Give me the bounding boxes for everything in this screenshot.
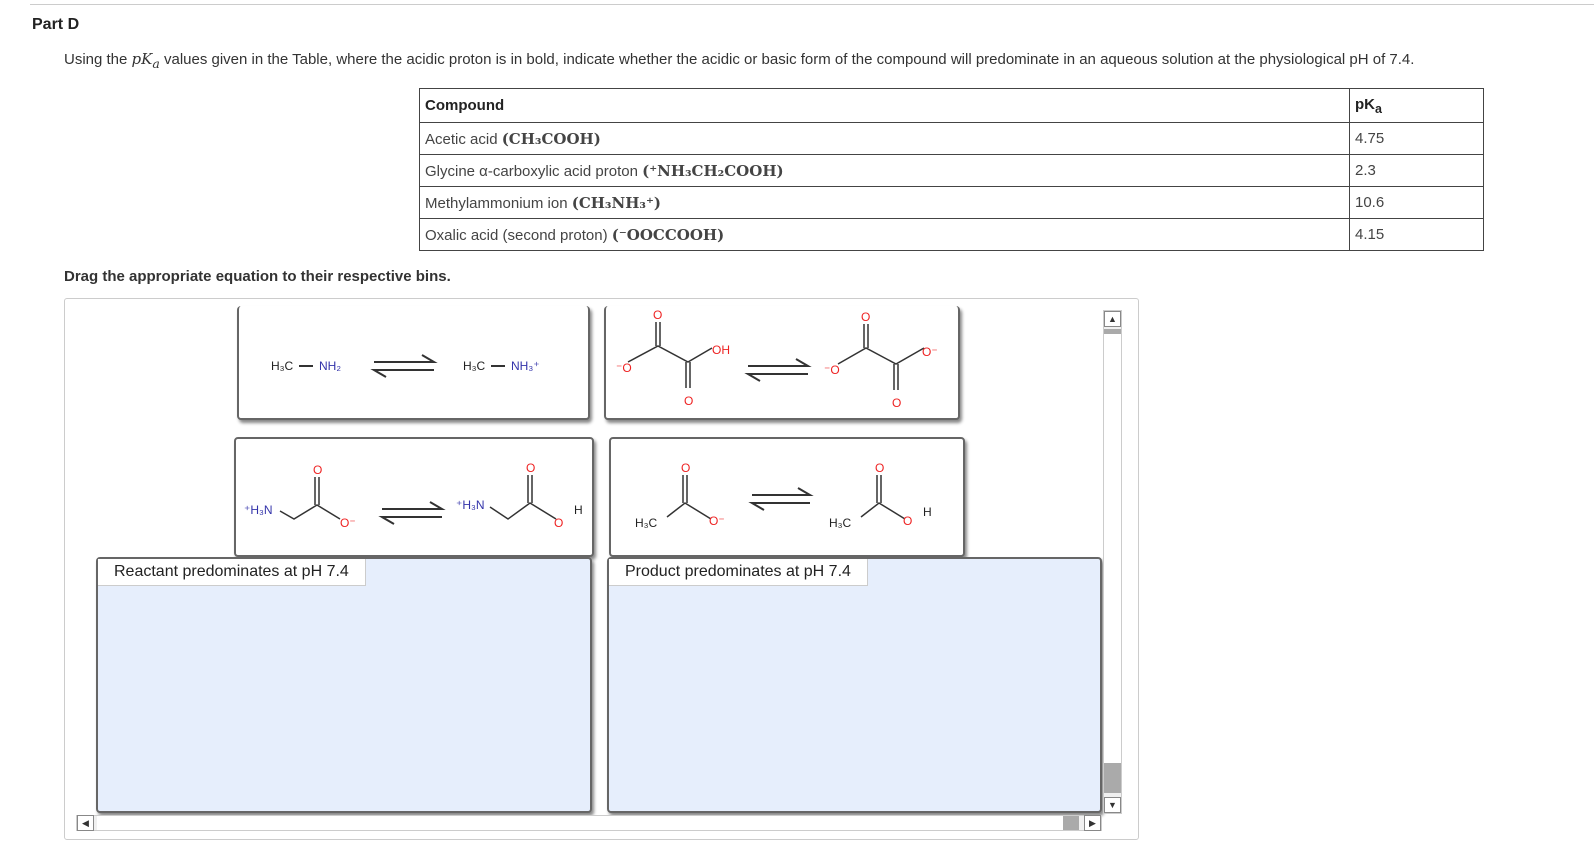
pka-value: 4.15 xyxy=(1349,218,1484,251)
scroll-down-button[interactable]: ▼ xyxy=(1104,797,1121,813)
formula: (CH₃NH₃⁺) xyxy=(571,193,661,212)
equilibrium-arrow-icon xyxy=(748,487,814,511)
svg-text:⁺H₃N: ⁺H₃N xyxy=(244,503,273,517)
scroll-left-button[interactable]: ◀ xyxy=(77,815,94,831)
intro-pre: Using the xyxy=(64,51,132,68)
svg-text:H₃C: H₃C xyxy=(271,359,294,373)
formula: (CH₃COOH) xyxy=(501,129,601,148)
formula: (⁻OOCCOOH) xyxy=(611,225,725,244)
equilibrium-arrow-icon xyxy=(378,501,446,525)
svg-text:O: O xyxy=(861,310,870,324)
svg-text:O: O xyxy=(313,463,322,477)
svg-text:H: H xyxy=(574,503,583,517)
pka-table: Compound pKa Acetic acid (CH₃COOH) 4.75 Gl… xyxy=(419,88,1484,251)
pka-value: 2.3 xyxy=(1349,154,1484,187)
vertical-scrollbar[interactable]: ▲ ▼ xyxy=(1103,310,1122,814)
svg-text:NH₂: NH₂ xyxy=(319,359,341,373)
equilibrium-arrow-icon xyxy=(370,354,438,378)
svg-text:O⁻: O⁻ xyxy=(340,516,356,530)
divider xyxy=(30,4,1594,5)
scroll-track-end xyxy=(1104,763,1121,793)
svg-text:O: O xyxy=(653,308,662,322)
bin-label: Reactant predominates at pH 7.4 xyxy=(98,559,366,586)
equilibrium-arrow-icon xyxy=(744,358,812,382)
scroll-track-end xyxy=(1063,816,1079,830)
header-compound: Compound xyxy=(419,88,1350,123)
scroll-thumb[interactable] xyxy=(1104,329,1121,764)
svg-text:OH: OH xyxy=(712,343,730,357)
intro-post: values given in the Table, where the aci… xyxy=(159,51,1415,68)
header-pka: pKa xyxy=(1349,88,1484,123)
part-title: Part D xyxy=(32,16,80,33)
equation-card-glycine[interactable]: ⁺H₃N O O⁻ ⁺H₃N O O H xyxy=(234,437,594,557)
svg-text:H: H xyxy=(923,505,932,519)
svg-text:H₃C: H₃C xyxy=(635,516,658,530)
svg-text:H₃C: H₃C xyxy=(829,516,852,530)
equation-card-acetate[interactable]: H₃C O O⁻ H₃C O O H xyxy=(609,437,965,557)
svg-text:O: O xyxy=(681,461,690,475)
equation-card-oxalate[interactable]: O O ⁻O OH O O ⁻O O⁻ xyxy=(604,306,960,420)
scroll-up-button[interactable]: ▲ xyxy=(1104,311,1121,327)
table-row: Oxalic acid (second proton) (⁻OOCCOOH) 4.… xyxy=(419,218,1484,251)
scroll-right-button[interactable]: ▶ xyxy=(1084,815,1101,831)
horizontal-scrollbar[interactable]: ◀ ▶ xyxy=(76,815,1102,831)
table-row: Methylammonium ion (CH₃NH₃⁺) 10.6 xyxy=(419,186,1484,219)
bin-label: Product predominates at pH 7.4 xyxy=(609,559,868,586)
pka-value: 10.6 xyxy=(1349,186,1484,219)
svg-text:O: O xyxy=(892,396,901,410)
bin-product-predominates[interactable]: Product predominates at pH 7.4 xyxy=(607,557,1102,813)
svg-text:⁺H₃N: ⁺H₃N xyxy=(456,498,485,512)
table-header: Compound pKa xyxy=(419,88,1484,123)
svg-text:⁻O: ⁻O xyxy=(616,361,632,375)
svg-text:O: O xyxy=(554,516,563,530)
table-row: Acetic acid (CH₃COOH) 4.75 xyxy=(419,122,1484,155)
instructions-text: Using the pKa values given in the Table,… xyxy=(64,50,1414,71)
svg-text:O⁻: O⁻ xyxy=(709,514,725,528)
formula: (⁺NH₃CH₂COOH) xyxy=(642,161,784,180)
equation-card-methylammonium[interactable]: H₃C NH₂ H₃C NH₃⁺ xyxy=(237,306,590,420)
svg-text:⁻O: ⁻O xyxy=(824,363,840,377)
table-row: Glycine α-carboxylic acid proton (⁺NH₃CH… xyxy=(419,154,1484,187)
scroll-thumb[interactable] xyxy=(97,816,1063,830)
drag-instruction: Drag the appropriate equation to their r… xyxy=(64,268,451,285)
svg-text:O: O xyxy=(684,394,693,408)
svg-text:H₃C: H₃C xyxy=(463,359,486,373)
pka-value: 4.75 xyxy=(1349,122,1484,155)
pka-sub: a xyxy=(152,56,160,71)
svg-text:O: O xyxy=(903,514,912,528)
pka-symbol: pK xyxy=(131,50,153,68)
svg-text:O⁻: O⁻ xyxy=(922,345,938,359)
bin-reactant-predominates[interactable]: Reactant predominates at pH 7.4 xyxy=(96,557,592,813)
svg-text:O: O xyxy=(526,461,535,475)
svg-text:O: O xyxy=(875,461,884,475)
svg-text:NH₃⁺: NH₃⁺ xyxy=(511,359,540,373)
